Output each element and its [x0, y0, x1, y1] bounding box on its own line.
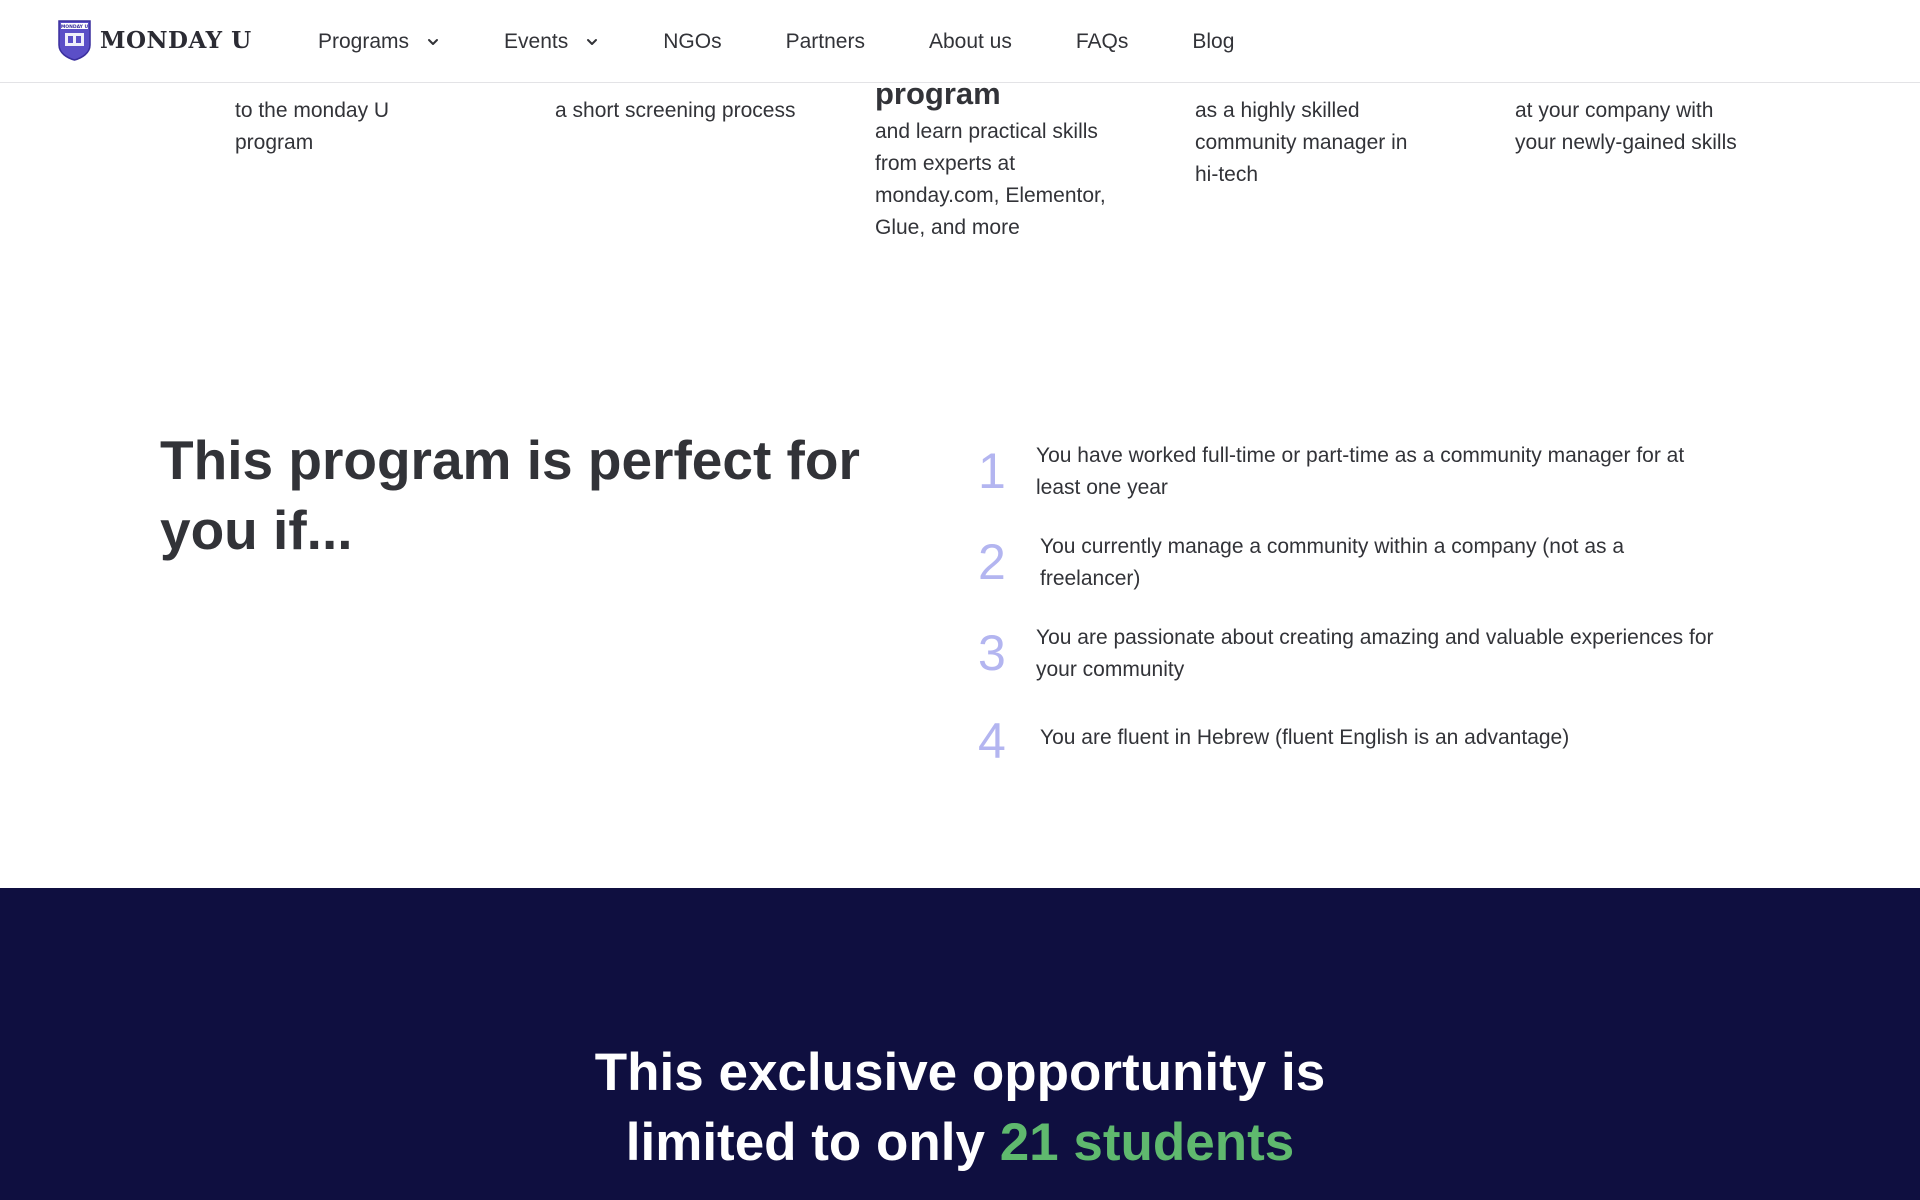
- requirement-item: 3 You are passionate about creating amaz…: [978, 622, 1758, 686]
- step-apply: to the monday U program: [235, 95, 389, 159]
- student-count-highlight: 21 students: [999, 1113, 1295, 1172]
- nav-about-us-label: About us: [928, 29, 1012, 53]
- requirement-text-line: You have worked full-time or part-time a…: [1036, 444, 1685, 467]
- nav-programs-label: Programs: [318, 29, 410, 53]
- nav-partners[interactable]: Partners: [786, 30, 865, 54]
- requirement-text: You are fluent in Hebrew (fluent English…: [1040, 710, 1569, 766]
- title-line: This program is perfect for: [160, 429, 860, 491]
- requirement-text-line: You are passionate about creating amazin…: [1036, 626, 1714, 649]
- requirement-text: You are passionate about creating amazin…: [1036, 622, 1714, 686]
- step-text-line: monday.com, Elementor,: [875, 184, 1106, 207]
- requirement-number: 1: [978, 443, 1006, 499]
- requirement-text-line: You currently manage a community within …: [1040, 535, 1625, 558]
- step-text-line: at your company with: [1515, 99, 1714, 122]
- requirement-text: You have worked full-time or part-time a…: [1036, 440, 1684, 504]
- main-nav: Programs Events NGOs Partners About us F…: [318, 0, 1298, 83]
- requirement-text-line: least one year: [1036, 476, 1168, 499]
- site-header: MONDAY U MONDAY U Programs Events NGOs P…: [0, 0, 1920, 83]
- banner-line: This exclusive opportunity is: [594, 1043, 1326, 1102]
- step-screening: a short screening process: [555, 95, 795, 127]
- limited-banner: This exclusive opportunity is limited to…: [0, 888, 1920, 1200]
- requirement-text-line: freelancer): [1040, 567, 1141, 590]
- nav-events[interactable]: Events: [504, 30, 599, 54]
- nav-events-label: Events: [504, 29, 569, 53]
- nav-ngos[interactable]: NGOs: [663, 30, 721, 54]
- banner-line: limited to only 21 students: [0, 1108, 1920, 1178]
- step-text-line: from experts at: [875, 152, 1016, 175]
- requirement-number: 4: [978, 713, 1006, 769]
- requirement-item: 1 You have worked full-time or part-time…: [978, 440, 1758, 504]
- shield-logo-icon: MONDAY U: [58, 20, 91, 61]
- requirement-item: 2 You currently manage a community withi…: [978, 531, 1758, 595]
- svg-text:MONDAY U: MONDAY U: [61, 24, 89, 30]
- step-text-line: to the monday U: [235, 99, 390, 122]
- step-text-line: and learn practical skills: [875, 120, 1098, 143]
- step-text-line: your newly-gained skills: [1515, 131, 1737, 154]
- nav-faqs-label: FAQs: [1075, 29, 1129, 53]
- banner-line-prefix: limited to only: [625, 1113, 1000, 1172]
- nav-programs[interactable]: Programs: [318, 30, 440, 54]
- logo[interactable]: MONDAY U MONDAY U: [57, 19, 252, 61]
- requirement-text-line: your community: [1036, 658, 1185, 681]
- nav-about-us[interactable]: About us: [929, 30, 1012, 54]
- step-text-line: program: [235, 131, 314, 154]
- logo-text: MONDAY U: [100, 26, 252, 54]
- step-text-line: community manager in: [1195, 131, 1408, 154]
- requirement-item: 4 You are fluent in Hebrew (fluent Engli…: [978, 710, 1758, 766]
- step-skills: at your company with your newly-gained s…: [1515, 95, 1737, 159]
- step-community-manager: as a highly skilled community manager in…: [1195, 95, 1407, 191]
- requirement-number: 2: [978, 534, 1006, 590]
- banner-title: This exclusive opportunity is limited to…: [0, 1038, 1920, 1178]
- step-text-line: hi-tech: [1195, 163, 1259, 186]
- nav-faqs[interactable]: FAQs: [1076, 30, 1129, 54]
- requirement-number: 3: [978, 625, 1006, 681]
- step-text-line: a short screening process: [555, 99, 796, 122]
- requirement-text: You currently manage a community within …: [1040, 531, 1624, 595]
- nav-partners-label: Partners: [785, 29, 865, 53]
- step-text-line: Glue, and more: [875, 216, 1020, 239]
- section-title: This program is perfect for you if...: [160, 425, 880, 565]
- step-text-line: as a highly skilled: [1195, 99, 1360, 122]
- requirement-text-line: You are fluent in Hebrew (fluent English…: [1040, 726, 1570, 749]
- nav-blog[interactable]: Blog: [1192, 30, 1234, 54]
- title-line: you if...: [160, 499, 353, 561]
- step-program: program and learn practical skills from …: [875, 74, 1106, 244]
- chevron-down-icon: [428, 38, 439, 45]
- chevron-down-icon: [587, 38, 598, 45]
- nav-ngos-label: NGOs: [663, 29, 722, 53]
- nav-blog-label: Blog: [1192, 29, 1235, 53]
